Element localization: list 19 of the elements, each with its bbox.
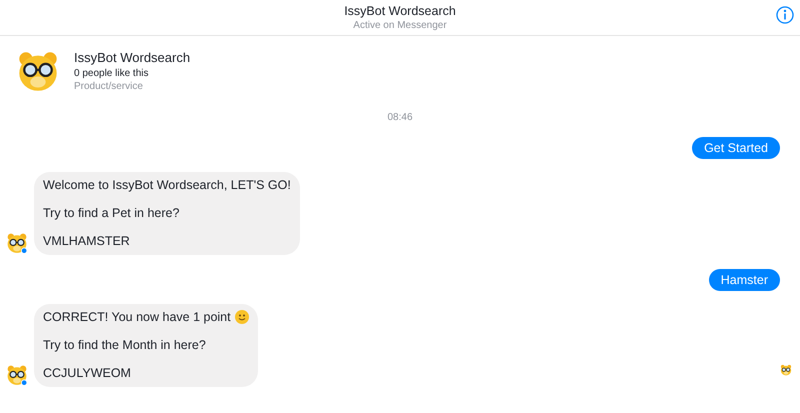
timestamp: 08:46 xyxy=(387,111,413,125)
message-text: CORRECT! You now have 1 point xyxy=(43,309,231,325)
read-receipt-avatar xyxy=(780,364,792,376)
smiley-icon xyxy=(234,310,249,324)
profile-category: Product/service xyxy=(74,80,144,93)
sent-message: Hamster xyxy=(708,269,780,291)
chat-title: IssyBot Wordsearch xyxy=(344,4,456,18)
info-icon[interactable] xyxy=(776,6,794,24)
like-count: 0 people like this xyxy=(74,67,150,80)
message-text: CCJULYWEOM xyxy=(43,365,131,381)
message-text: VMLHAMSTER xyxy=(43,233,130,249)
bot-avatar xyxy=(6,364,28,386)
chat-status: Active on Messenger xyxy=(353,18,447,32)
bot-avatar xyxy=(6,232,28,254)
message-text: Try to find the Month in here? xyxy=(43,337,206,353)
message-text: Try to find a Pet in here? xyxy=(43,205,180,221)
message-text: Welcome to IssyBot Wordsearch, LET'S GO! xyxy=(43,177,291,193)
profile-name: IssyBot Wordsearch xyxy=(74,49,190,66)
sent-message: Get Started xyxy=(692,137,780,159)
